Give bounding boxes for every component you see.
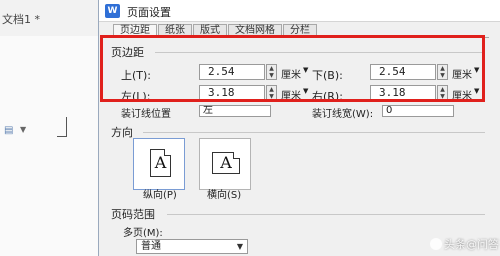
multiple-pages-label: 多页(M): [123,228,163,239]
portrait-label[interactable]: 纵向(P) [143,186,177,201]
gutter-position-label: 装订线位置 [121,109,171,120]
landscape-option[interactable]: A [199,138,251,190]
portrait-page-icon: A [150,149,171,177]
gutter-position-select[interactable]: 左 [199,105,271,117]
watermark-logo-icon [430,238,442,250]
chevron-down-icon: ▼ [236,242,243,251]
gutter-input[interactable]: 0 [382,105,454,117]
document-canvas [0,36,98,256]
dialog-titlebar[interactable]: W 页面设置 [99,0,500,22]
wps-writer-icon: W [105,4,120,18]
landscape-page-icon: A [212,152,240,174]
orientation-group-label: 方向 [111,126,133,139]
document-tab[interactable]: 文档1 * [0,10,98,30]
chevron-down-icon[interactable]: ▼ [20,125,26,134]
pages-group-label: 页码范围 [111,208,155,221]
watermark-text: 头条@问答 [444,238,499,251]
multiple-pages-value: 普通 [141,241,161,252]
gutter-label: 装订线宽(W): [312,109,374,120]
landscape-label[interactable]: 横向(S) [207,186,241,201]
highlight-box [100,35,485,102]
portrait-option[interactable]: A [133,138,185,190]
pages-group-divider [167,214,485,215]
watermark: 头条@问答 [430,236,499,252]
multiple-pages-select[interactable]: 普通 ▼ [136,239,248,254]
orientation-group-divider [143,132,485,133]
page-corner-mark [57,117,67,137]
paragraph-icon[interactable]: ▤ [4,125,13,136]
dialog-title: 页面设置 [127,6,171,19]
